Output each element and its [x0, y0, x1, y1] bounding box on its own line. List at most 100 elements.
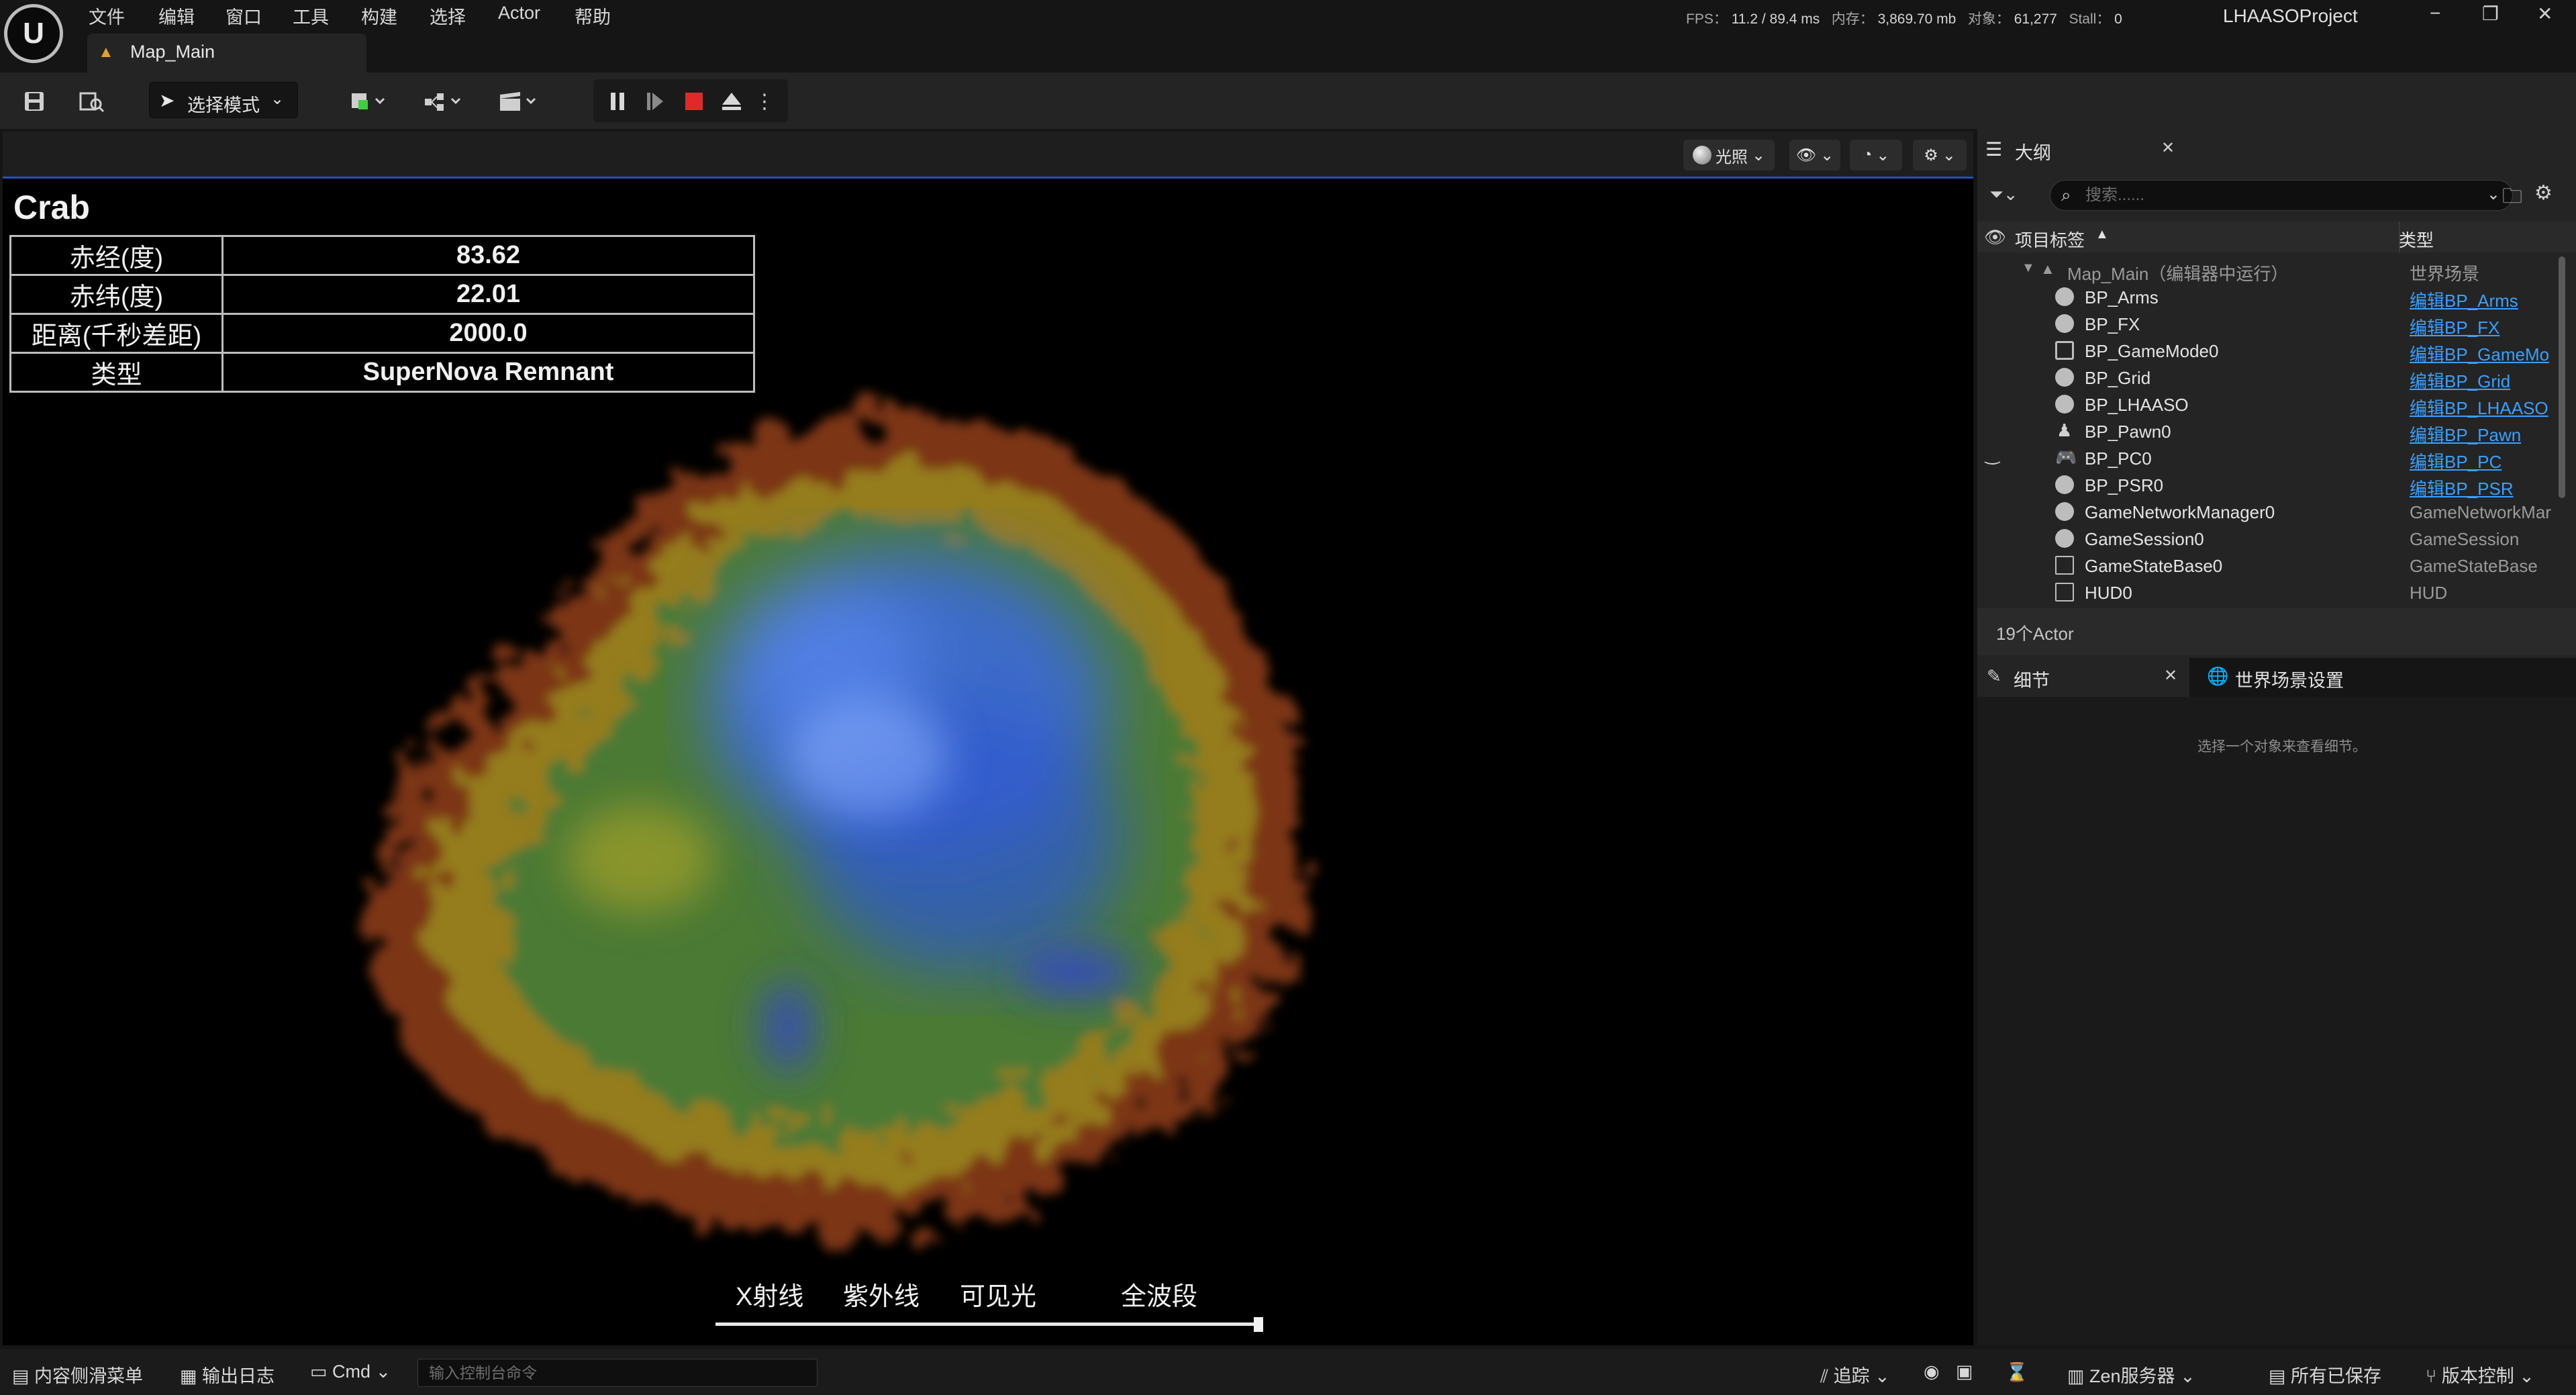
lighting-mode-button[interactable]: 光照 ⌄ [1683, 140, 1775, 171]
show-flags-button[interactable]: 👁 ⌄ [1789, 140, 1840, 171]
band-slider-thumb[interactable] [1254, 1317, 1263, 1332]
list-item[interactable]: BP_Grid 编辑BP_Grid [1977, 364, 2557, 391]
viewport-settings-button[interactable]: ⚙ ⌄ [1913, 140, 1967, 171]
details-tab-label: 细节 [2014, 671, 2050, 691]
outliner-search[interactable]: ⌕ ⌄ [2050, 180, 2513, 211]
console-input[interactable] [418, 1359, 817, 1386]
add-folder-icon[interactable]: 🗀 [2502, 181, 2522, 215]
edit-blueprint-link[interactable]: 编辑BP_PC [2410, 448, 2557, 473]
actor-name: BP_GameMode0 [2085, 341, 2219, 361]
list-item[interactable]: BP_GameMode0 编辑BP_GameMo [1977, 337, 2557, 366]
actor-icon [2055, 314, 2074, 333]
stop-icon[interactable] [679, 85, 709, 118]
step-forward-icon[interactable] [640, 85, 670, 118]
mem-value: 3,869.70 mb [1877, 11, 1956, 27]
chevron-down-icon[interactable]: ⌄ [2487, 185, 2500, 204]
list-item[interactable]: ‿ 🎮 BP_PC0 编辑BP_PC [1977, 444, 2557, 473]
menu-window[interactable]: 窗口 [226, 3, 262, 29]
performance-button[interactable]: ◔ ⌄ [1850, 140, 1902, 171]
list-item[interactable]: HUD0 HUD [1977, 579, 2557, 606]
visibility-eye-icon[interactable]: 👁 [1984, 227, 2006, 248]
minimize-icon[interactable]: − [2430, 3, 2440, 24]
chevron-down-icon: ⌄ [1876, 146, 1890, 164]
filter-icon[interactable]: ⏷⌄ [1989, 184, 2018, 205]
band-uv[interactable]: 紫外线 [843, 1276, 920, 1312]
tab-world-settings[interactable]: 🌐 世界场景设置 [2199, 658, 2400, 697]
pause-icon[interactable] [603, 85, 632, 118]
band-xray[interactable]: X射线 [736, 1276, 803, 1312]
list-item[interactable]: BP_LHAASO 编辑BP_LHAASO [1977, 391, 2557, 418]
menu-edit[interactable]: 编辑 [158, 3, 195, 29]
menu-help[interactable]: 帮助 [575, 3, 611, 29]
restore-icon[interactable]: ❐ [2482, 3, 2499, 25]
cinematics-button[interactable] [493, 85, 546, 118]
record-icon[interactable]: ◉ [1924, 1361, 1940, 1382]
all-saved-button[interactable]: ▤ 所有已保存 [2269, 1361, 2381, 1388]
status-bar: ▤ 内容侧滑菜单 ▦ 输出日志 ▭ Cmd ⌄ ⫽ 追踪 ⌄ ◉ ▣ ⌛ ▥ Z… [0, 1349, 2576, 1395]
list-item[interactable]: BP_PSR0 编辑BP_PSR [1977, 471, 2557, 500]
select-mode-button[interactable]: ➤ 选择模式 ⌄ [149, 82, 298, 118]
list-item[interactable]: GameStateBase0 GameStateBase [1977, 552, 2557, 579]
menu-file[interactable]: 文件 [89, 3, 125, 29]
menu-actor[interactable]: Actor [498, 3, 540, 23]
details-panel [1977, 697, 2576, 1345]
list-item[interactable]: ♟ BP_Pawn0 编辑BP_Pawn [1977, 418, 2557, 446]
browse-icon[interactable] [74, 85, 110, 118]
tab-details[interactable]: ✎ 细节 ✕ [1977, 658, 2189, 697]
edit-blueprint-link[interactable]: 编辑BP_Pawn [2410, 422, 2557, 446]
visibility-eye-icon[interactable]: ‿ [1985, 444, 1999, 465]
list-item[interactable]: BP_FX 编辑BP_FX [1977, 310, 2557, 339]
level-icon: ▲ [98, 43, 114, 61]
search-input[interactable] [2050, 181, 2512, 210]
edit-blueprint-link[interactable]: 编辑BP_Grid [2410, 368, 2557, 393]
list-item[interactable]: BP_Arms 编辑BP_Arms [1977, 283, 2557, 312]
info-table: 赤经(度) 83.62 赤纬(度) 22.01 距离(千秒差距) 2000.0 … [9, 235, 755, 393]
world-icon: ▲ [2040, 260, 2055, 277]
console-input-box[interactable] [417, 1359, 818, 1387]
zen-server-button[interactable]: ▥ Zen服务器 ⌄ [2067, 1361, 2195, 1388]
trace-button[interactable]: ⫽ 追踪 ⌄ [1820, 1361, 1890, 1388]
screenshot-icon[interactable]: ▣ [1956, 1361, 1973, 1382]
pencil-icon: ✎ [1987, 666, 2001, 686]
chevron-down-icon: ⌄ [1875, 1366, 1890, 1386]
root-type: 世界场景 [2410, 264, 2480, 284]
edit-blueprint-link[interactable]: 编辑BP_FX [2410, 314, 2557, 339]
list-item[interactable]: GameSession0 GameSession [1977, 525, 2557, 552]
menu-build[interactable]: 构建 [361, 3, 397, 29]
close-icon[interactable]: ✕ [2161, 138, 2175, 158]
menu-select[interactable]: 选择 [430, 3, 466, 29]
save-icon[interactable] [17, 85, 51, 118]
obj-label: 对象： [1967, 11, 2010, 27]
edit-blueprint-link[interactable]: 编辑BP_Arms [2410, 287, 2557, 312]
edit-blueprint-link[interactable]: 编辑BP_LHAASO [2410, 395, 2557, 420]
output-log-button[interactable]: ▦ 输出日志 [180, 1361, 275, 1388]
edit-blueprint-link[interactable]: 编辑BP_GameMo [2410, 341, 2557, 366]
hourglass-icon[interactable]: ⌛ [2005, 1361, 2028, 1383]
edit-blueprint-link[interactable]: 编辑BP_PSR [2410, 475, 2557, 500]
settings-gear-icon[interactable]: ⚙ [2534, 181, 2553, 205]
band-slider-track[interactable] [715, 1322, 1263, 1326]
more-options-icon[interactable]: ⋮ [754, 85, 775, 118]
eject-icon[interactable] [717, 85, 746, 118]
band-all[interactable]: 全波段 [1121, 1276, 1197, 1312]
outliner-root-row[interactable]: ▼ ▲ Map_Main（编辑器中运行） 世界场景 [1977, 256, 2557, 284]
list-item[interactable]: GameNetworkManager0 GameNetworkMar [1977, 498, 2557, 525]
close-window-icon[interactable]: ✕ [2537, 3, 2553, 25]
unreal-logo-icon[interactable]: U [4, 4, 63, 63]
col-type-header[interactable]: 类型 [2399, 227, 2434, 252]
expand-arrow-icon[interactable]: ▼ [2022, 260, 2035, 276]
menu-tools[interactable]: 工具 [293, 3, 329, 29]
close-icon[interactable]: ✕ [2164, 666, 2177, 685]
blueprint-button[interactable] [417, 85, 471, 118]
add-actor-button[interactable] [342, 85, 396, 118]
outliner-tab[interactable]: ☰ 大纲 ✕ [1977, 129, 2179, 171]
content-drawer-button[interactable]: ▤ 内容侧滑菜单 [12, 1361, 143, 1388]
col-label-header[interactable]: 项目标签 [2015, 227, 2085, 252]
outliner-scrollbar[interactable] [2559, 256, 2565, 498]
band-visible[interactable]: 可见光 [960, 1276, 1036, 1312]
gauge-icon: ◔ [1862, 146, 1873, 164]
type-label: 类型 [9, 352, 224, 393]
cmd-button[interactable]: ▭ Cmd ⌄ [310, 1361, 391, 1382]
map-tab[interactable]: ▲ Map_Main [87, 34, 366, 73]
source-control-button[interactable]: ⑂ 版本控制 ⌄ [2426, 1361, 2534, 1388]
